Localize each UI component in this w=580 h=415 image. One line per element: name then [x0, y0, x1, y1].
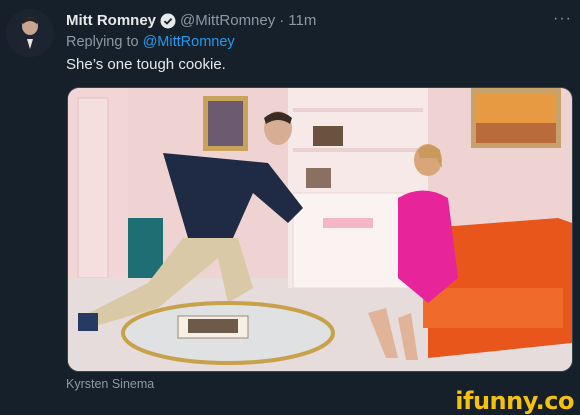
ifunny-watermark: ifunny.co	[455, 387, 574, 415]
replying-to-handle-link[interactable]: @MittRomney	[143, 34, 235, 50]
more-options-icon[interactable]: ···	[553, 10, 572, 28]
tweet-timestamp[interactable]: 11m	[288, 12, 316, 29]
verified-badge-icon	[160, 13, 176, 29]
separator-dot: ·	[279, 12, 285, 29]
media-caption[interactable]: Kyrsten Sinema	[66, 377, 154, 391]
tweet-photo[interactable]	[67, 87, 573, 372]
replying-to-label: Replying to	[66, 34, 139, 50]
author-avatar[interactable]	[6, 9, 54, 57]
tweet-text: She’s one tough cookie.	[66, 56, 226, 73]
replying-to: Replying to @MittRomney	[66, 34, 235, 50]
author-handle[interactable]: @MittRomney	[180, 12, 275, 29]
author-name[interactable]: Mitt Romney	[66, 12, 156, 29]
tweet-header: Mitt Romney @MittRomney · 11m	[66, 12, 316, 29]
